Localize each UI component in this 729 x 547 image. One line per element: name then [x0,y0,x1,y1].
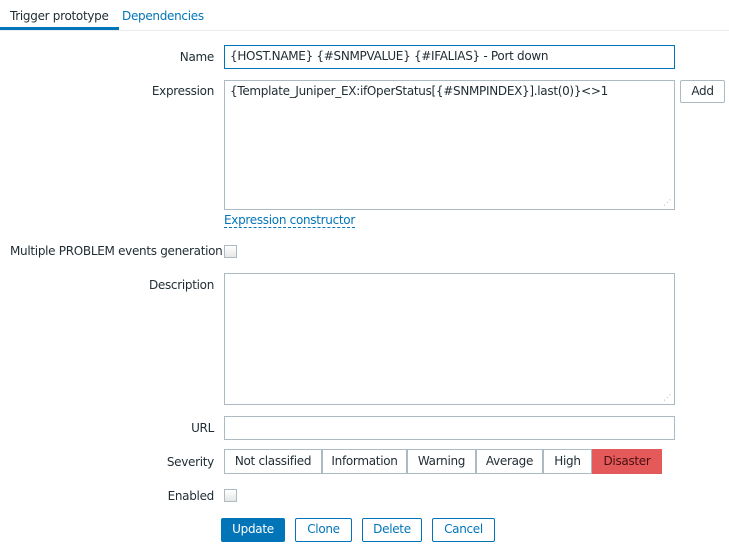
multiple-problem-checkbox[interactable] [224,245,237,258]
delete-button[interactable]: Delete [362,518,422,542]
expression-text: {Template_Juniper_EX:ifOperStatus[{#SNMP… [230,84,608,98]
url-label: URL [191,421,214,435]
name-input[interactable]: {HOST.NAME} {#SNMPVALUE} {#IFALIAS} - Po… [224,45,675,69]
resize-grip-icon[interactable]: ⋰ [663,394,671,402]
multiple-problem-label: Multiple PROBLEM events generation [10,244,223,258]
description-textarea[interactable]: ⋰ [224,273,675,405]
severity-not-classified[interactable]: Not classified [224,449,322,474]
add-button[interactable]: Add [680,80,725,103]
severity-high[interactable]: High [543,449,592,474]
severity-average[interactable]: Average [476,449,543,474]
clone-button[interactable]: Clone [295,518,352,542]
url-input[interactable] [224,416,675,440]
severity-disaster[interactable]: Disaster [592,449,662,474]
cancel-button[interactable]: Cancel [432,518,495,542]
enabled-label: Enabled [167,489,215,503]
enabled-checkbox[interactable] [224,489,237,502]
severity-label: Severity [166,455,214,469]
severity-information[interactable]: Information [322,449,407,474]
description-label: Description [148,278,214,292]
expression-constructor-link[interactable]: Expression constructor [224,213,355,228]
severity-warning[interactable]: Warning [407,449,476,474]
tab-divider [0,30,729,31]
name-label: Name [179,50,215,64]
expression-label: Expression [151,84,214,98]
tab-trigger-prototype[interactable]: Trigger prototype [0,8,119,30]
resize-grip-icon[interactable]: ⋰ [663,199,671,207]
expression-textarea[interactable]: {Template_Juniper_EX:ifOperStatus[{#SNMP… [224,80,675,210]
tab-dependencies[interactable]: Dependencies [112,8,214,30]
update-button[interactable]: Update [221,518,285,542]
